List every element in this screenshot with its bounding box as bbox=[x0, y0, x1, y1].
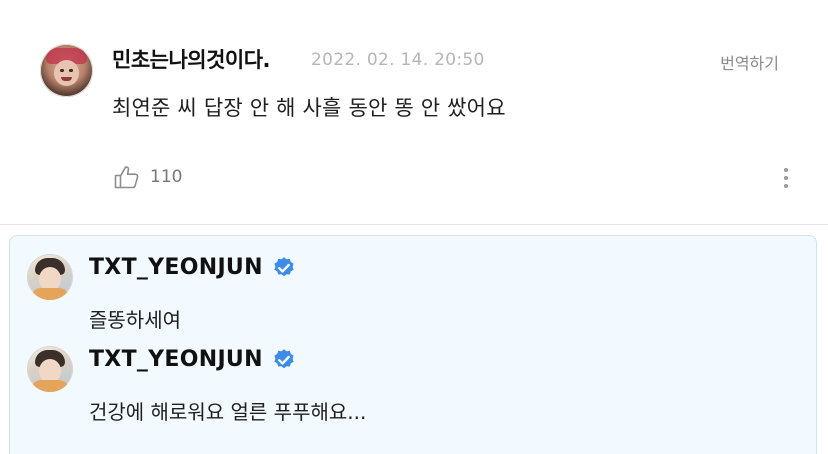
artist-reply-box: TXT_YEONJUN 즐똥하세여 TXT_YEONJUN 건강에 해로워요 얼… bbox=[9, 235, 817, 454]
like-button[interactable]: 110 bbox=[114, 163, 182, 191]
artist-avatar[interactable] bbox=[27, 254, 73, 300]
thumbs-up-icon bbox=[114, 166, 139, 189]
comment-text: 최연준 씨 답장 안 해 사흘 동안 똥 안 쌌어요 bbox=[112, 96, 506, 120]
avatar-shirt bbox=[31, 380, 69, 392]
comment: 민초는나의것이다. 2022. 02. 14. 20:50 번역하기 최연준 씨… bbox=[0, 0, 828, 224]
reply-text: 건강에 해로워요 얼른 푸푸해요... bbox=[89, 400, 367, 424]
reply-item: TXT_YEONJUN 건강에 해로워요 얼른 푸푸해요... bbox=[10, 328, 816, 424]
reply-author-name: TXT_YEONJUN bbox=[89, 347, 263, 372]
avatar-eye bbox=[60, 69, 64, 72]
avatar-face bbox=[54, 60, 79, 86]
translate-button[interactable]: 번역하기 bbox=[720, 50, 779, 74]
reply-author[interactable]: TXT_YEONJUN bbox=[89, 255, 296, 280]
avatar-shirt bbox=[31, 288, 69, 300]
more-dot bbox=[784, 176, 788, 180]
verified-badge-icon bbox=[274, 348, 294, 368]
reply-item: TXT_YEONJUN 즐똥하세여 bbox=[10, 236, 816, 332]
more-dot bbox=[784, 168, 788, 172]
more-dot bbox=[784, 184, 788, 188]
like-count: 110 bbox=[150, 167, 183, 187]
page: 민초는나의것이다. 2022. 02. 14. 20:50 번역하기 최연준 씨… bbox=[0, 0, 828, 454]
more-vertical-icon[interactable] bbox=[780, 165, 792, 191]
artist-avatar[interactable] bbox=[27, 346, 73, 392]
divider bbox=[0, 224, 828, 225]
commenter-username[interactable]: 민초는나의것이다. bbox=[112, 44, 271, 74]
reply-author[interactable]: TXT_YEONJUN bbox=[89, 347, 296, 372]
avatar-eye bbox=[69, 69, 73, 72]
commenter-avatar[interactable] bbox=[40, 44, 93, 97]
comment-timestamp: 2022. 02. 14. 20:50 bbox=[311, 50, 485, 70]
reply-author-name: TXT_YEONJUN bbox=[89, 255, 263, 280]
verified-badge-icon bbox=[274, 256, 294, 276]
